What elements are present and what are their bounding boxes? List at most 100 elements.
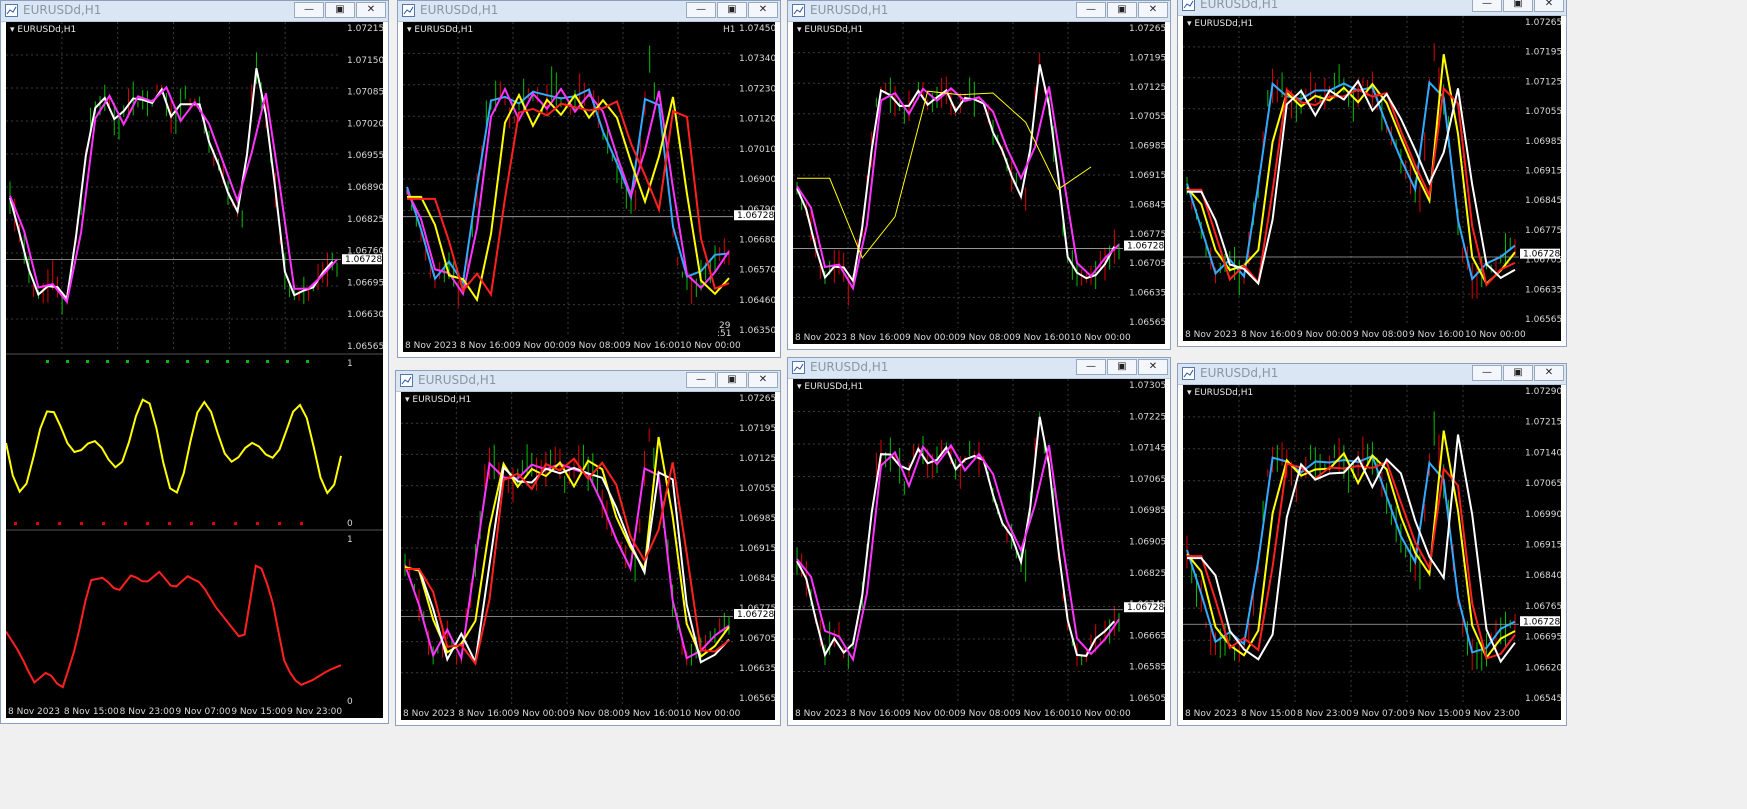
y-axis-tick-label: 1.06565 bbox=[1525, 315, 1561, 325]
y-axis-tick-label: 1.06570 bbox=[739, 266, 775, 276]
window-titlebar[interactable]: EURUSDd,H1 — ▣ ✕ bbox=[788, 358, 1170, 379]
minimize-button[interactable]: — bbox=[1076, 359, 1106, 375]
chart-area[interactable]: 1.07290 1.07215 1.07140 1.07065 1.06990 1.069… bbox=[1183, 385, 1561, 720]
minimize-button[interactable]: — bbox=[1472, 0, 1502, 12]
maximize-button[interactable]: ▣ bbox=[1107, 2, 1137, 18]
y-axis-tick-label: 1.06635 bbox=[1129, 289, 1165, 299]
minimize-button[interactable]: — bbox=[294, 2, 324, 18]
maximize-button[interactable]: ▣ bbox=[325, 2, 355, 18]
chart-window-icon bbox=[5, 4, 18, 17]
chart-area[interactable]: 1.07215 1.07150 1.07085 1.07020 1.06955 1.068… bbox=[6, 22, 383, 718]
signal-dot bbox=[300, 522, 303, 525]
signal-dot bbox=[306, 360, 309, 363]
y-axis-tick-label: 1.06705 bbox=[739, 634, 775, 644]
y-axis-tick-label: 1.07215 bbox=[1525, 418, 1561, 428]
price-chart-svg: 1.07265 1.07195 1.07125 1.07055 1.06985 1.069… bbox=[793, 22, 1165, 343]
y-axis-tick-label: 1.06890 bbox=[347, 183, 383, 193]
close-button[interactable]: ✕ bbox=[748, 372, 778, 388]
window-titlebar[interactable]: EURUSDd,H1 — ▣ ✕ bbox=[1178, 0, 1566, 16]
chart-window-icon bbox=[1182, 367, 1195, 380]
window-titlebar[interactable]: EURUSDd,H1 — ▣ ✕ bbox=[398, 1, 780, 22]
chart-area[interactable]: 1.07265 1.07195 1.07125 1.07055 1.06985 1.069… bbox=[793, 22, 1165, 344]
chart-window-1[interactable]: EURUSDd,H1 — ▣ ✕ 1.07215 1.07150 1.07085 1.… bbox=[0, 0, 389, 724]
x-axis-tick-label: 8 Nov 23:00 bbox=[120, 707, 175, 717]
close-button[interactable]: ✕ bbox=[748, 2, 778, 18]
x-axis-tick-label: 8 Nov 2023 bbox=[405, 341, 457, 351]
oscillator-line bbox=[6, 398, 342, 495]
symbol-label: ▾ EURUSDd,H1 bbox=[797, 382, 864, 392]
signal-dot bbox=[278, 522, 281, 525]
chart-area[interactable]: 1.07305 1.07225 1.07145 1.07065 1.06985 1.069… bbox=[793, 379, 1165, 720]
chart-window-3[interactable]: EURUSDd,H1 — ▣ ✕ 1.07265 1.07195 1.07125 1.… bbox=[787, 0, 1171, 350]
chart-window-2[interactable]: EURUSDd,H1 — ▣ ✕ 1.07450 1.07340 1.07230 1.… bbox=[397, 0, 781, 358]
x-axis-tick-label: 10 Nov 00:00 bbox=[1070, 333, 1131, 343]
current-price-label: 1.06728 bbox=[1523, 617, 1560, 627]
maximize-button[interactable]: ▣ bbox=[717, 2, 747, 18]
maximize-button[interactable]: ▣ bbox=[1503, 365, 1533, 381]
signal-dot bbox=[234, 522, 237, 525]
signal-dot bbox=[58, 522, 61, 525]
y-axis-tick-label: 1.07065 bbox=[1525, 479, 1561, 489]
symbol-label: ▾ EURUSDd,H1 bbox=[407, 25, 474, 35]
price-chart-svg: 1.07265 1.07195 1.07125 1.07055 1.06985 1.069… bbox=[1183, 16, 1561, 340]
maximize-button[interactable]: ▣ bbox=[1107, 359, 1137, 375]
sub1-tick-top: 1 bbox=[347, 359, 353, 369]
x-axis-tick-label: 8 Nov 16:00 bbox=[460, 341, 515, 351]
maximize-button[interactable]: ▣ bbox=[1503, 0, 1533, 12]
close-button[interactable]: ✕ bbox=[1534, 365, 1564, 381]
x-axis-tick-label: 9 Nov 16:00 bbox=[1409, 330, 1464, 340]
minimize-button[interactable]: — bbox=[1472, 365, 1502, 381]
signal-dot bbox=[66, 360, 69, 363]
x-axis-tick-label: 9 Nov 15:00 bbox=[231, 707, 286, 717]
minimize-button[interactable]: — bbox=[1076, 2, 1106, 18]
chart-area[interactable]: 1.07265 1.07195 1.07125 1.07055 1.06985 1.069… bbox=[1183, 16, 1561, 341]
y-axis-tick-label: 1.06350 bbox=[739, 326, 775, 336]
chart-area[interactable]: 1.07265 1.07195 1.07125 1.07055 1.06985 1.069… bbox=[401, 392, 775, 720]
current-price-label: 1.06728 bbox=[1127, 242, 1164, 252]
chart-window-7[interactable]: EURUSDd,H1 — ▣ ✕ 1.07290 1.07215 1.07140 1.… bbox=[1177, 363, 1567, 726]
window-title: EURUSDd,H1 bbox=[810, 3, 889, 17]
close-button[interactable]: ✕ bbox=[356, 2, 386, 18]
current-price-label: 1.06728 bbox=[345, 255, 382, 265]
y-axis-tick-label: 1.07150 bbox=[347, 56, 383, 66]
chart-window-6[interactable]: EURUSDd,H1 — ▣ ✕ 1.07305 1.07225 1.07145 1.… bbox=[787, 357, 1171, 726]
window-titlebar[interactable]: EURUSDd,H1 — ▣ ✕ bbox=[788, 1, 1170, 22]
y-axis-tick-label: 1.06985 bbox=[739, 514, 775, 524]
minimize-button[interactable]: — bbox=[686, 372, 716, 388]
y-axis-tick-label: 1.06695 bbox=[347, 278, 383, 288]
x-axis-tick-label: 9 Nov 07:00 bbox=[1353, 709, 1408, 719]
y-axis-tick-label: 1.06915 bbox=[1525, 167, 1561, 177]
signal-dot bbox=[146, 360, 149, 363]
chart-window-5[interactable]: EURUSDd,H1 — ▣ ✕ 1.07265 1.07195 1.07125 1.… bbox=[395, 370, 781, 726]
chart-area[interactable]: 1.07450 1.07340 1.07230 1.07120 1.07010 1.069… bbox=[403, 22, 775, 352]
x-axis-tick-label: 9 Nov 07:00 bbox=[176, 707, 231, 717]
smoothed-line bbox=[6, 564, 342, 689]
maximize-button[interactable]: ▣ bbox=[717, 372, 747, 388]
window-titlebar[interactable]: EURUSDd,H1 — ▣ ✕ bbox=[1, 1, 388, 22]
close-button[interactable]: ✕ bbox=[1534, 0, 1564, 12]
y-axis-tick-label: 1.06620 bbox=[1525, 663, 1561, 673]
x-axis-tick-label: 9 Nov 00:00 bbox=[1297, 330, 1352, 340]
window-titlebar[interactable]: EURUSDd,H1 — ▣ ✕ bbox=[1178, 364, 1566, 385]
y-axis-tick-label: 1.06545 bbox=[1525, 694, 1561, 704]
minimize-button[interactable]: — bbox=[686, 2, 716, 18]
chart-window-icon bbox=[792, 361, 805, 374]
price-chart-svg: 1.07450 1.07340 1.07230 1.07120 1.07010 1.069… bbox=[403, 22, 775, 351]
window-title: EURUSDd,H1 bbox=[418, 373, 497, 387]
y-axis-tick-label: 1.06845 bbox=[1525, 196, 1561, 206]
y-axis-tick-label: 1.06775 bbox=[1129, 230, 1165, 240]
close-button[interactable]: ✕ bbox=[1138, 2, 1168, 18]
y-axis-tick-label: 1.06585 bbox=[1129, 663, 1165, 673]
y-axis-tick-label: 1.06565 bbox=[347, 342, 383, 352]
close-button[interactable]: ✕ bbox=[1138, 359, 1168, 375]
chart-window-4[interactable]: EURUSDd,H1 — ▣ ✕ 1.07265 1.07195 1.07125 1.… bbox=[1177, 0, 1567, 347]
window-titlebar[interactable]: EURUSDd,H1 — ▣ ✕ bbox=[396, 371, 780, 392]
x-axis-tick-label: 10 Nov 00:00 bbox=[1465, 330, 1526, 340]
y-axis-tick-label: 1.06900 bbox=[739, 175, 775, 185]
current-price-label: 1.06728 bbox=[737, 211, 774, 221]
x-axis-tick-label: 9 Nov 00:00 bbox=[905, 333, 960, 343]
symbol-label: ▾ EURUSDd,H1 bbox=[1187, 388, 1254, 398]
y-axis-tick-label: 1.06565 bbox=[739, 694, 775, 704]
y-axis-tick-label: 1.06955 bbox=[347, 151, 383, 161]
x-axis-tick-label: 8 Nov 16:00 bbox=[1241, 330, 1296, 340]
